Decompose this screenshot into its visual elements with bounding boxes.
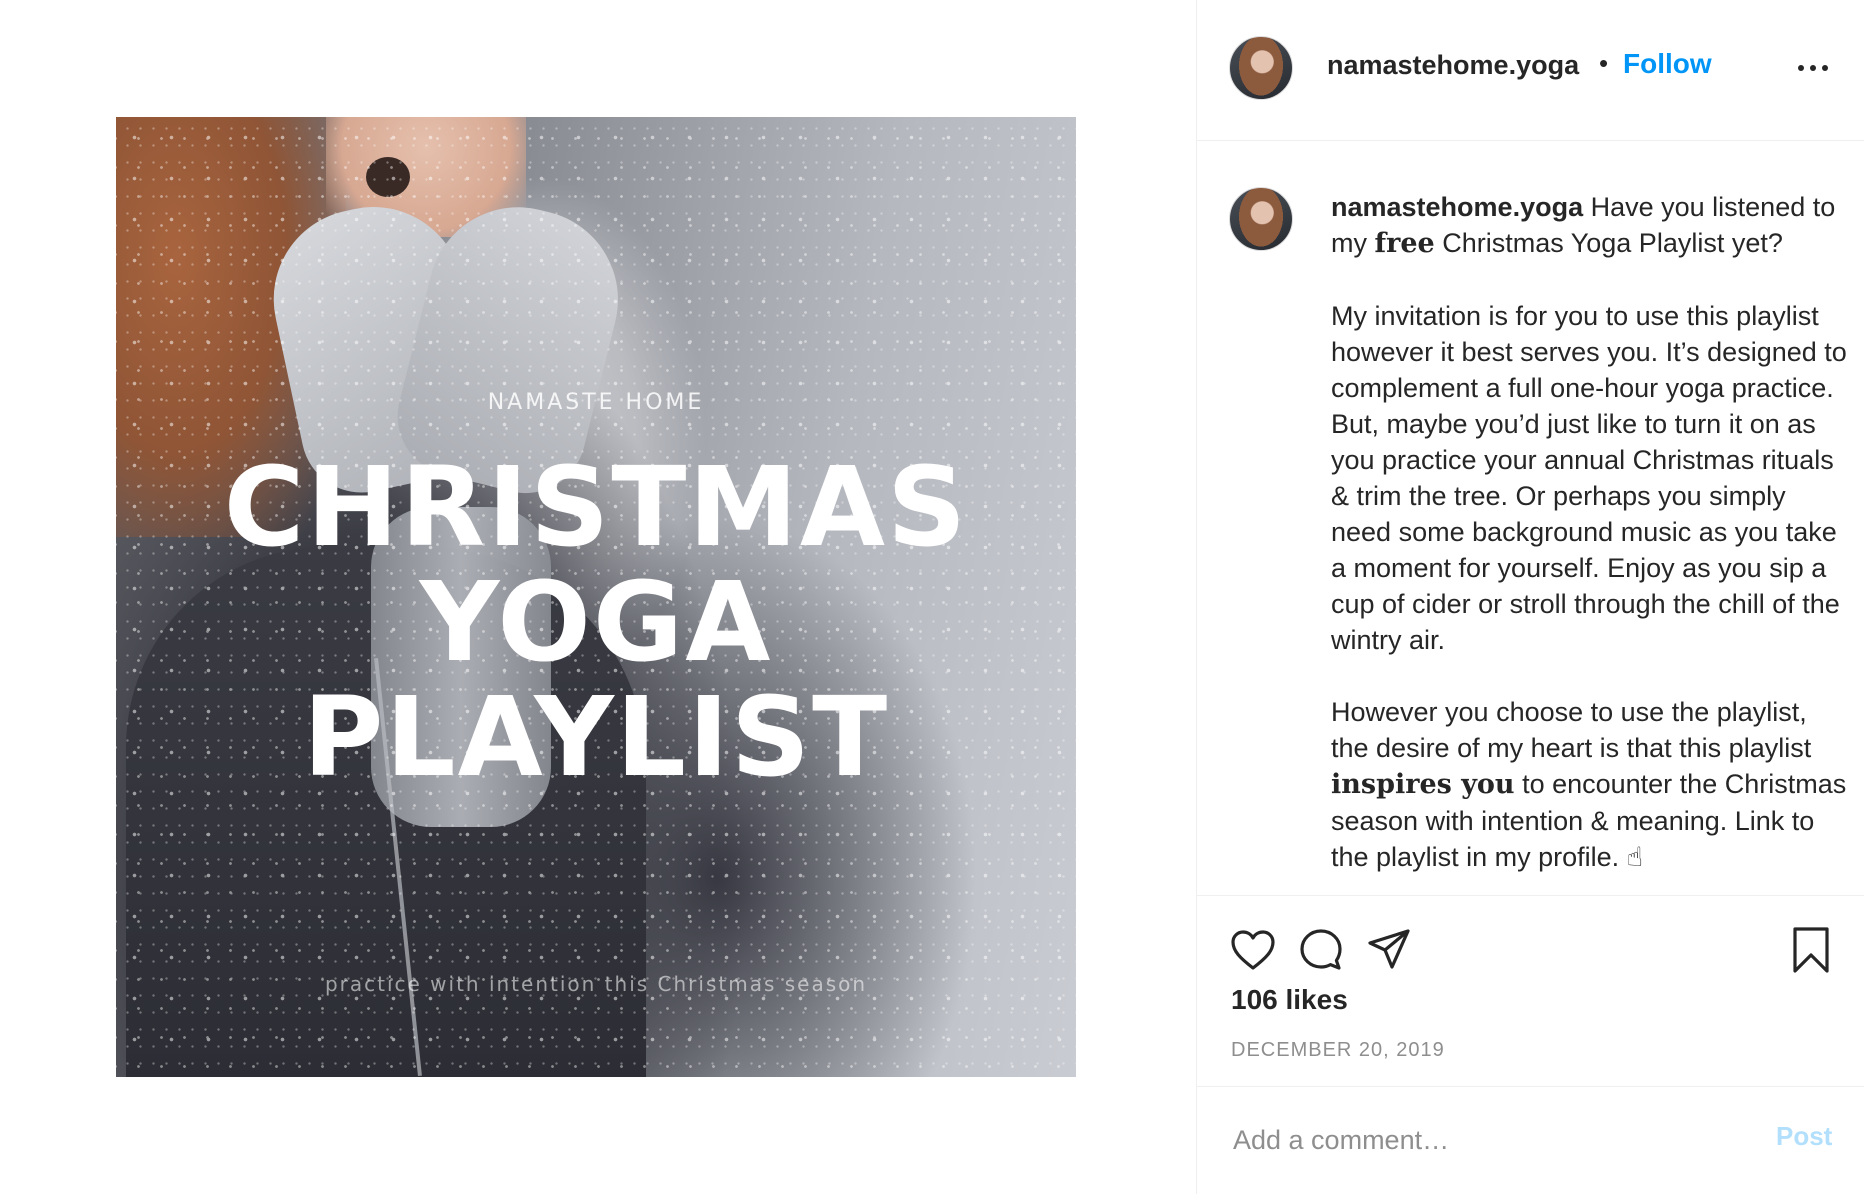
- post-image[interactable]: NAMASTE HOME CHRISTMAS YOGA PLAYLIST pra…: [116, 117, 1076, 1077]
- media-pane: NAMASTE HOME CHRISTMAS YOGA PLAYLIST pra…: [0, 0, 1196, 1194]
- heart-icon[interactable]: [1225, 922, 1281, 978]
- image-title-line-1: CHRISTMAS: [223, 443, 969, 571]
- caption-line1-post: Christmas Yoga Playlist yet?: [1434, 228, 1783, 258]
- image-tagline: practice with intention this Christmas s…: [324, 972, 868, 996]
- likes-count[interactable]: 106 likes: [1231, 984, 1348, 1016]
- caption-paragraph-2: My invitation is for you to use this pla…: [1331, 301, 1847, 655]
- post-comment-button[interactable]: Post: [1776, 1121, 1832, 1152]
- header-username[interactable]: namastehome.yoga: [1327, 50, 1579, 81]
- caption-para3-emph: inspires you: [1331, 769, 1515, 800]
- caption-text: namastehome.yoga Have you listened to my…: [1331, 189, 1851, 895]
- bookmark-icon[interactable]: [1783, 922, 1839, 978]
- post-header: namastehome.yoga • Follow: [1197, 0, 1864, 141]
- image-title-line-2: YOGA: [419, 558, 773, 686]
- comment-input[interactable]: [1231, 1119, 1735, 1161]
- caption-para3-pre: However you choose to use the playlist, …: [1331, 697, 1812, 763]
- image-brand-text: NAMASTE HOME: [487, 390, 705, 415]
- caption-line1-emph: free: [1374, 228, 1435, 259]
- caption-username[interactable]: namastehome.yoga: [1331, 192, 1583, 222]
- header-separator: •: [1599, 48, 1609, 78]
- comments-scroll-area[interactable]: namastehome.yoga Have you listened to my…: [1197, 141, 1864, 896]
- avatar[interactable]: [1229, 36, 1293, 100]
- image-title-line-3: PLAYLIST: [302, 673, 890, 801]
- caption-avatar[interactable]: [1229, 187, 1293, 251]
- post-date[interactable]: DECEMBER 20, 2019: [1231, 1039, 1445, 1062]
- instagram-post-view: NAMASTE HOME CHRISTMAS YOGA PLAYLIST pra…: [0, 0, 1864, 1194]
- action-bar: 106 likes DECEMBER 20, 2019: [1197, 896, 1864, 1087]
- share-icon[interactable]: [1361, 922, 1417, 978]
- more-options-icon[interactable]: [1793, 48, 1833, 88]
- comment-bar: Post: [1197, 1087, 1864, 1194]
- comment-icon[interactable]: [1293, 922, 1349, 978]
- follow-button[interactable]: Follow: [1623, 48, 1712, 80]
- post-sidebar: namastehome.yoga • Follow namastehome.yo…: [1196, 0, 1864, 1194]
